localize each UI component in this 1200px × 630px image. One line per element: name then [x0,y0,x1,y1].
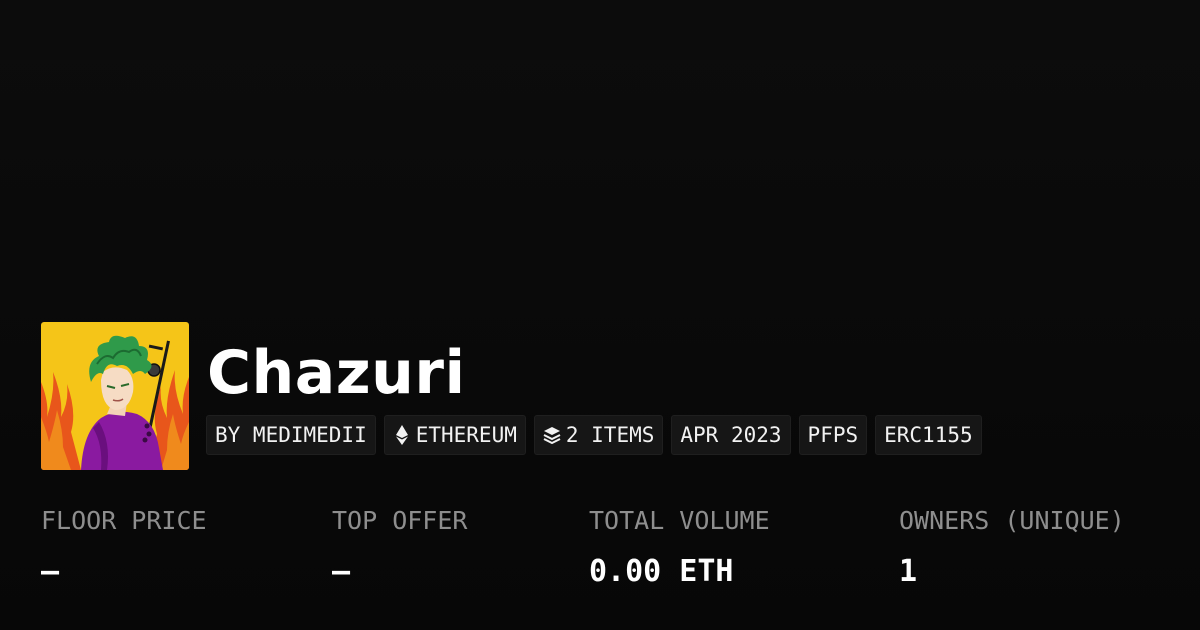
stat-label: TOP OFFER [332,506,468,535]
stat-label: OWNERS (UNIQUE) [899,506,1125,535]
creator-tag[interactable]: BY MEDIMEDII [206,415,376,455]
date-label: APR 2023 [680,423,782,447]
standard-label: ERC1155 [884,423,973,447]
collection-avatar [41,322,189,470]
layers-icon [543,424,561,446]
items-tag[interactable]: 2 ITEMS [533,415,664,455]
ethereum-icon [393,424,411,446]
chain-label: ETHEREUM [415,423,517,447]
collection-card: Chazuri BY MEDIMEDII ETHEREUM 2 ITEMS AP… [0,0,1200,630]
category-label: PFPS [807,423,859,447]
category-tag[interactable]: PFPS [798,415,868,455]
stat-total-volume: TOTAL VOLUME 0.00 ETH [589,505,770,589]
stat-value: 0.00 ETH [589,554,734,589]
collection-title: Chazuri [207,338,466,408]
chain-tag[interactable]: ETHEREUM [383,415,526,455]
stat-value: – [41,554,60,589]
date-tag: APR 2023 [671,415,791,455]
stat-owners: OWNERS (UNIQUE) 1 [899,505,1125,589]
stat-floor-price: FLOOR PRICE – [41,505,207,589]
standard-tag: ERC1155 [875,415,982,455]
stat-value: – [332,554,351,589]
stat-label: TOTAL VOLUME [589,506,770,535]
stat-top-offer: TOP OFFER – [332,505,467,589]
items-label: 2 ITEMS [565,423,655,447]
stat-value: 1 [899,554,918,589]
collection-tags: BY MEDIMEDII ETHEREUM 2 ITEMS APR 2023 P… [206,415,982,455]
creator-label: BY MEDIMEDII [215,423,367,447]
stat-label: FLOOR PRICE [41,506,207,535]
